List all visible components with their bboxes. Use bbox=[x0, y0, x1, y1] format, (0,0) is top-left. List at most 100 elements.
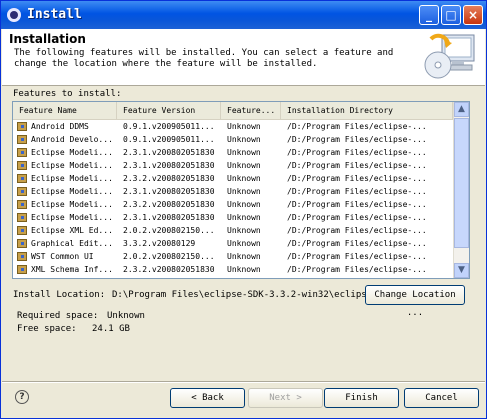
cell-installation-directory: /D:/Program Files/eclipse-... bbox=[287, 239, 427, 248]
column-installation-directory[interactable]: Installation Directory bbox=[281, 102, 453, 119]
cell-feature-status: Unknown bbox=[227, 239, 261, 248]
cell-feature-status: Unknown bbox=[227, 122, 261, 131]
cell-feature-name: XML Schema Inf... bbox=[31, 265, 113, 274]
scroll-thumb[interactable] bbox=[454, 118, 469, 248]
feature-package-icon bbox=[17, 122, 27, 131]
window-title: Install bbox=[27, 7, 82, 22]
next-button[interactable]: Next > bbox=[248, 388, 323, 408]
cell-feature-status: Unknown bbox=[227, 135, 261, 144]
feature-package-icon bbox=[17, 174, 27, 183]
features-label: Features to install: bbox=[13, 89, 122, 99]
cell-feature-version: 2.0.2.v200802150... bbox=[123, 226, 215, 235]
table-row[interactable]: Android Develo... 0.9.1.v200905011... Unkn… bbox=[13, 133, 453, 146]
cell-feature-version: 2.3.1.v200802051830 bbox=[123, 187, 215, 196]
cell-feature-status: Unknown bbox=[227, 161, 261, 170]
column-feature-name[interactable]: Feature Name bbox=[13, 102, 117, 119]
close-button[interactable]: × bbox=[463, 5, 483, 25]
cell-feature-status: Unknown bbox=[227, 226, 261, 235]
table-row[interactable]: Android DDMS 0.9.1.v200905011... Unknown/D… bbox=[13, 120, 453, 133]
cell-feature-version: 2.3.1.v200802051830 bbox=[123, 213, 215, 222]
feature-package-icon bbox=[17, 252, 27, 261]
table-row[interactable]: Eclipse Modeli... 2.3.1.v200802051830 Unkn… bbox=[13, 185, 453, 198]
table-row[interactable]: Eclipse Modeli... 2.3.1.v200802051830 Unkn… bbox=[13, 159, 453, 172]
cell-feature-name: Eclipse Modeli... bbox=[31, 161, 113, 170]
cancel-button[interactable]: Cancel bbox=[404, 388, 479, 408]
cell-installation-directory: /D:/Program Files/eclipse-... bbox=[287, 122, 427, 131]
cell-feature-status: Unknown bbox=[227, 187, 261, 196]
cell-feature-name: Eclipse XML Ed... bbox=[31, 226, 113, 235]
cell-feature-status: Unknown bbox=[227, 265, 261, 274]
cell-installation-directory: /D:/Program Files/eclipse-... bbox=[287, 265, 427, 274]
cell-installation-directory: /D:/Program Files/eclipse-... bbox=[287, 226, 427, 235]
cell-installation-directory: /D:/Program Files/eclipse-... bbox=[287, 174, 427, 183]
install-computer-icon bbox=[424, 33, 475, 79]
table-row[interactable]: Eclipse Modeli... 2.3.1.v200802051830 Unkn… bbox=[13, 146, 453, 159]
back-button[interactable]: < Back bbox=[170, 388, 245, 408]
cell-installation-directory: /D:/Program Files/eclipse-... bbox=[287, 187, 427, 196]
required-space-value: Unknown bbox=[107, 311, 145, 321]
cell-feature-version: 2.3.2.v200802051830 bbox=[123, 174, 215, 183]
cell-feature-version: 2.3.2.v200802051830 bbox=[123, 200, 215, 209]
cell-feature-version: 0.9.1.v200905011... bbox=[123, 135, 215, 144]
cell-installation-directory: /D:/Program Files/eclipse-... bbox=[287, 148, 427, 157]
cell-installation-directory: /D:/Program Files/eclipse-... bbox=[287, 252, 427, 261]
cell-feature-name: Eclipse Modeli... bbox=[31, 148, 113, 157]
cell-feature-status: Unknown bbox=[227, 174, 261, 183]
feature-package-icon bbox=[17, 135, 27, 144]
table-header: Feature Name Feature Version Feature... … bbox=[13, 102, 453, 120]
cell-feature-name: Eclipse Modeli... bbox=[31, 174, 113, 183]
cell-installation-directory: /D:/Program Files/eclipse-... bbox=[287, 135, 427, 144]
scroll-up-button[interactable]: ▲ bbox=[454, 102, 469, 117]
feature-package-icon bbox=[17, 187, 27, 196]
cell-feature-status: Unknown bbox=[227, 252, 261, 261]
cell-feature-status: Unknown bbox=[227, 200, 261, 209]
cell-feature-version: 2.3.1.v200802051830 bbox=[123, 148, 215, 157]
maximize-button[interactable]: □ bbox=[441, 5, 461, 25]
minimize-button[interactable]: _ bbox=[419, 5, 439, 25]
cell-feature-name: Android Develo... bbox=[31, 135, 113, 144]
help-icon[interactable]: ? bbox=[15, 390, 29, 404]
table-row[interactable]: XML Schema Inf... 2.3.2.v200802051830 Unkn… bbox=[13, 263, 453, 276]
feature-package-icon bbox=[17, 161, 27, 170]
install-location-label: Install Location: bbox=[13, 290, 106, 300]
cell-feature-name: Graphical Edit... bbox=[31, 239, 113, 248]
cell-feature-name: Eclipse Modeli... bbox=[31, 213, 113, 222]
cell-feature-version: 2.0.2.v200802150... bbox=[123, 252, 215, 261]
cell-feature-status: Unknown bbox=[227, 148, 261, 157]
free-space-value: 24.1 GB bbox=[92, 324, 130, 334]
table-row[interactable]: Eclipse Modeli... 2.3.2.v200802051830 Unkn… bbox=[13, 172, 453, 185]
table-row[interactable]: Eclipse Modeli... 2.3.2.v200802051830 Unkn… bbox=[13, 198, 453, 211]
change-location-button[interactable]: Change Location ... bbox=[365, 285, 465, 318]
cell-feature-name: Eclipse Modeli... bbox=[31, 187, 113, 196]
scroll-down-button[interactable]: ▼ bbox=[454, 263, 469, 278]
table-row[interactable]: Graphical Edit... 3.3.2.v20080129 Unknown /… bbox=[13, 237, 453, 250]
column-feature-version[interactable]: Feature Version bbox=[117, 102, 221, 119]
cell-feature-version: 0.9.1.v200905011... bbox=[123, 122, 215, 131]
table-row[interactable]: Eclipse XML Ed... 2.0.2.v200802150... Unkn… bbox=[13, 224, 453, 237]
vertical-scrollbar[interactable]: ▲ ▼ bbox=[453, 102, 469, 278]
column-feature-status[interactable]: Feature... bbox=[221, 102, 281, 119]
install-location-value: D:\Program Files\eclipse-SDK-3.3.2-win32… bbox=[112, 290, 373, 300]
feature-package-icon bbox=[17, 200, 27, 209]
cell-feature-version: 2.3.2.v200802051830 bbox=[123, 265, 215, 274]
cell-installation-directory: /D:/Program Files/eclipse-... bbox=[287, 213, 427, 222]
feature-package-icon bbox=[17, 265, 27, 274]
cell-installation-directory: /D:/Program Files/eclipse-... bbox=[287, 200, 427, 209]
finish-button[interactable]: Finish bbox=[324, 388, 399, 408]
feature-package-icon bbox=[17, 213, 27, 222]
banner-title: Installation bbox=[9, 32, 86, 46]
table-row[interactable]: Eclipse Modeli... 2.3.1.v200802051830 Unkn… bbox=[13, 211, 453, 224]
features-table[interactable]: Feature Name Feature Version Feature... … bbox=[12, 101, 470, 279]
cell-feature-version: 2.3.1.v200802051830 bbox=[123, 161, 215, 170]
install-dialog: Install _ □ × Installation The following… bbox=[0, 0, 487, 419]
button-bar-separator bbox=[2, 381, 485, 383]
title-bar[interactable]: Install _ □ × bbox=[1, 1, 486, 29]
eclipse-icon bbox=[7, 8, 21, 22]
cell-feature-name: Android DDMS bbox=[31, 122, 89, 131]
feature-package-icon bbox=[17, 148, 27, 157]
cell-feature-name: WST Common UI bbox=[31, 252, 94, 261]
cell-feature-status: Unknown bbox=[227, 213, 261, 222]
table-row[interactable]: WST Common UI 2.0.2.v200802150... Unknown /… bbox=[13, 250, 453, 263]
required-space-label: Required space: bbox=[17, 311, 99, 321]
feature-package-icon bbox=[17, 239, 27, 248]
